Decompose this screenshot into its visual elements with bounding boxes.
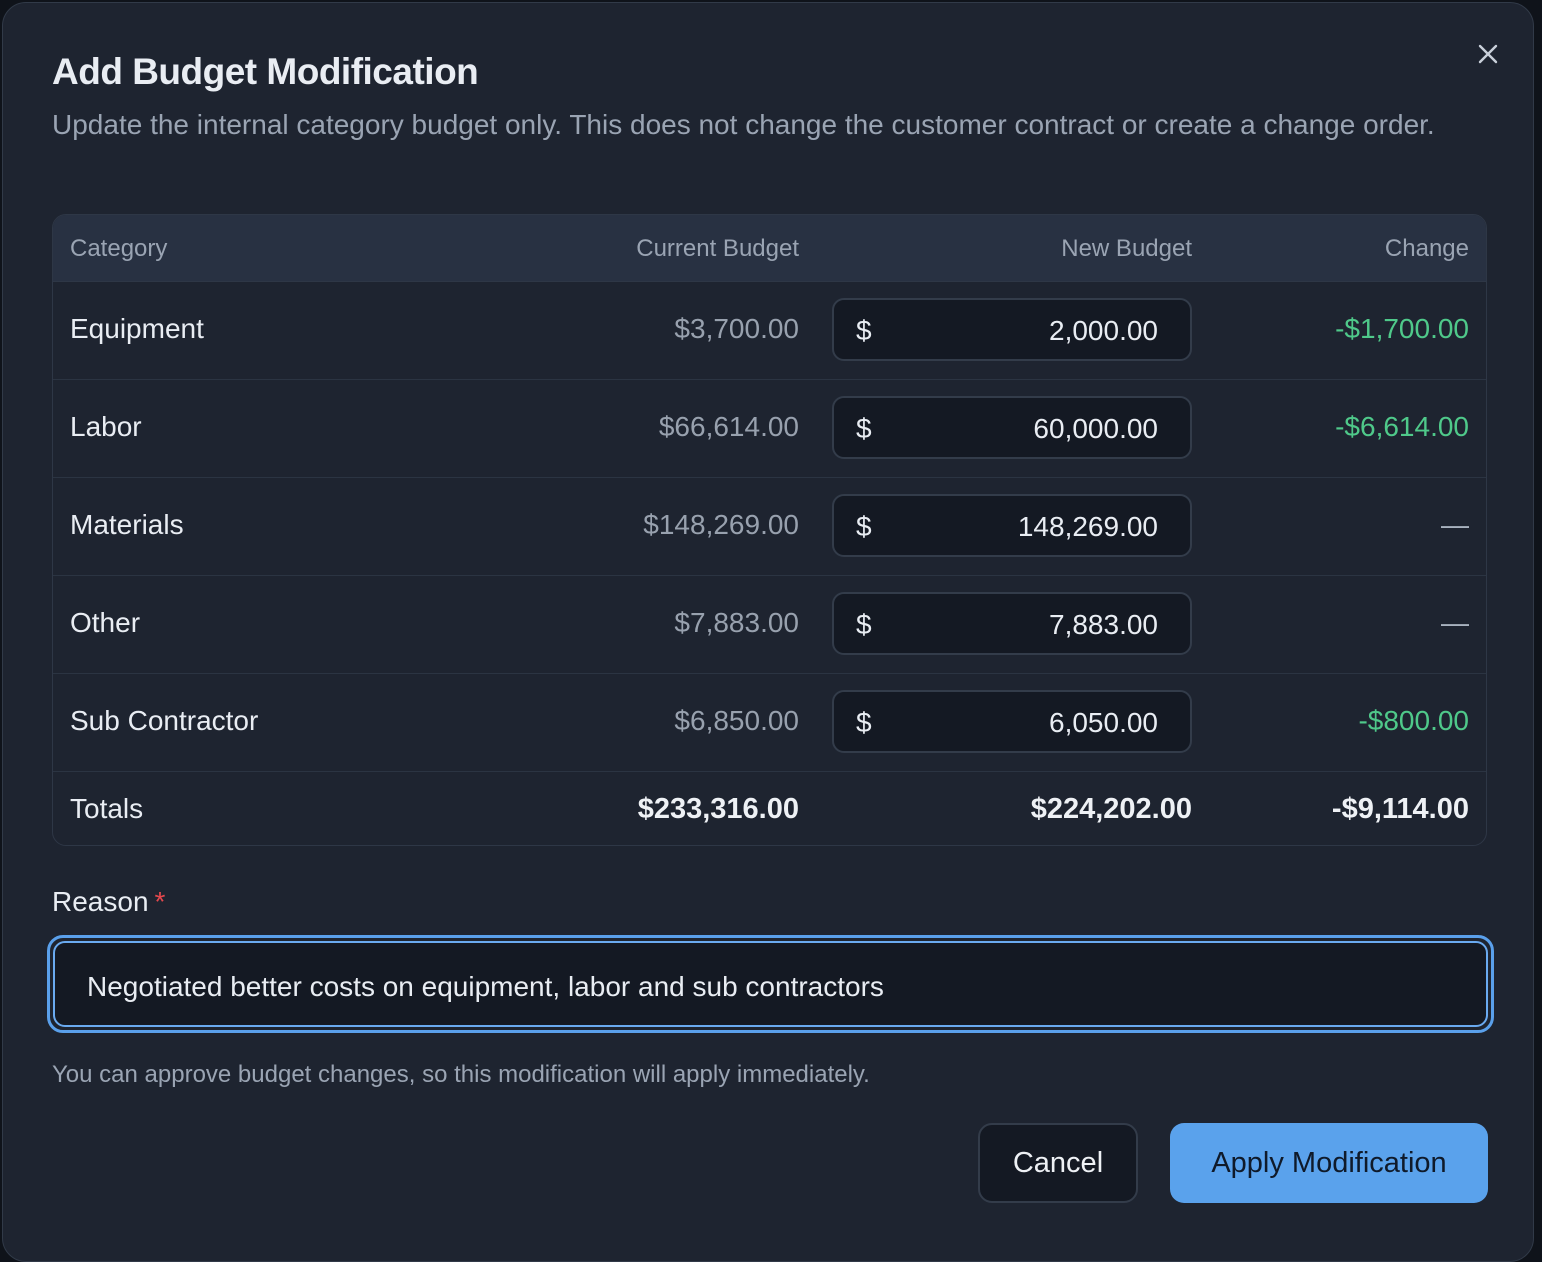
table-row: Sub Contractor $6,850.00 $ 6,050.00 -$80… [53,674,1486,772]
totals-change: -$9,114.00 [1331,793,1469,825]
new-budget-input[interactable]: $ 60,000.00 [832,396,1192,459]
current-budget-value: $66,614.00 [658,411,799,442]
category-label: Equipment [70,313,204,344]
reason-label: Reason * [52,886,165,918]
current-budget-value: $148,269.00 [643,509,799,540]
category-label: Labor [70,411,142,442]
change-value: -$1,700.00 [1335,313,1469,344]
totals-row: Totals $233,316.00 $224,202.00 -$9,114.0… [53,772,1486,845]
dialog-title: Add Budget Modification [52,51,479,92]
new-budget-value: 60,000.00 [1033,413,1158,444]
new-budget-input[interactable]: $ 6,050.00 [832,690,1192,753]
header-change: Change [1384,235,1469,262]
dialog-subtitle: Update the internal category budget only… [52,109,1435,140]
required-marker: * [154,886,166,917]
category-label: Other [70,607,141,638]
current-budget-value: $6,850.00 [674,705,799,736]
currency-symbol: $ [856,511,872,542]
new-budget-value: 6,050.00 [1049,707,1158,738]
budget-table: Category Current Budget New Budget Chang… [52,214,1487,846]
header-category: Category [70,235,168,262]
reason-input-value: Negotiated better costs on equipment, la… [87,971,884,1002]
reason-label-text: Reason [52,886,149,917]
header-new-budget: New Budget [1061,235,1192,262]
apply-modification-button[interactable]: Apply Modification [1170,1123,1488,1203]
close-button[interactable] [1473,39,1503,69]
table-row: Labor $66,614.00 $ 60,000.00 -$6,614.00 [53,380,1486,478]
current-budget-value: $3,700.00 [674,313,799,344]
totals-current-budget: $233,316.00 [637,793,799,825]
change-value: -$6,614.00 [1335,411,1469,442]
currency-symbol: $ [856,413,872,444]
table-header: Category Current Budget New Budget Chang… [53,215,1486,282]
table-row: Materials $148,269.00 $ 148,269.00 — [53,478,1486,576]
new-budget-value: 7,883.00 [1049,609,1158,640]
new-budget-input[interactable]: $ 7,883.00 [832,592,1192,655]
cancel-button[interactable]: Cancel [978,1123,1138,1203]
totals-label: Totals [70,793,144,824]
reason-input[interactable]: Negotiated better costs on equipment, la… [47,935,1494,1033]
approval-hint: You can approve budget changes, so this … [52,1061,870,1088]
change-value: — [1441,509,1469,540]
currency-symbol: $ [856,609,872,640]
new-budget-input[interactable]: $ 148,269.00 [832,494,1192,557]
currency-symbol: $ [856,315,872,346]
table-row: Equipment $3,700.00 $ 2,000.00 -$1,700.0… [53,282,1486,380]
change-value: — [1441,607,1469,638]
category-label: Sub Contractor [70,705,259,736]
new-budget-input[interactable]: $ 2,000.00 [832,298,1192,361]
budget-modification-dialog: Add Budget Modification Update the inter… [2,2,1534,1262]
close-icon [1478,44,1498,64]
category-label: Materials [70,509,184,540]
new-budget-value: 2,000.00 [1049,315,1158,346]
current-budget-value: $7,883.00 [674,607,799,638]
table-row: Other $7,883.00 $ 7,883.00 — [53,576,1486,674]
totals-new-budget: $224,202.00 [1030,793,1192,825]
reason-input-box[interactable]: Negotiated better costs on equipment, la… [53,941,1488,1027]
header-current-budget: Current Budget [636,235,799,262]
new-budget-value: 148,269.00 [1017,511,1158,542]
currency-symbol: $ [856,707,872,738]
change-value: -$800.00 [1358,705,1469,736]
